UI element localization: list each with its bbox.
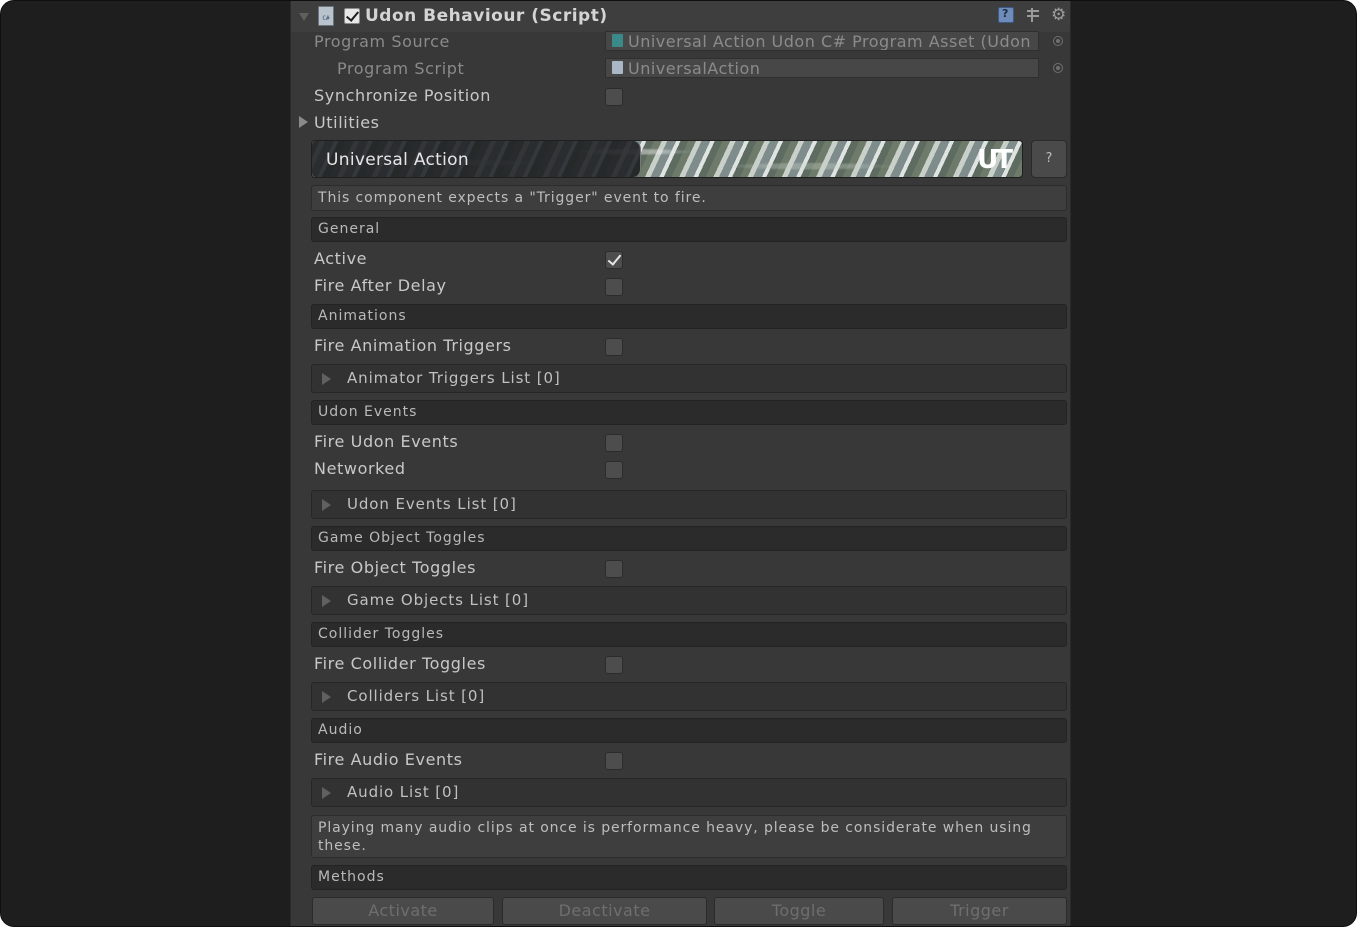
active-checkbox[interactable] [605, 251, 623, 269]
universal-action-banner: Universal Action UT [311, 140, 1023, 178]
foldout-arrow-icon [322, 595, 331, 607]
help-button[interactable]: ? [1031, 140, 1067, 178]
activate-button[interactable]: Activate [312, 897, 494, 925]
utilities-foldout-icon[interactable] [299, 116, 308, 128]
udon-events-list-label: Udon Events List [0] [347, 495, 517, 513]
help-book-icon[interactable] [998, 7, 1014, 23]
program-script-label: Program Script [337, 59, 465, 78]
udon-asset-icon [612, 34, 623, 47]
animator-triggers-list[interactable]: Animator Triggers List [0] [311, 364, 1067, 393]
foldout-arrow-icon [322, 499, 331, 511]
fire-animation-triggers-checkbox[interactable] [605, 338, 623, 356]
fire-after-delay-label: Fire After Delay [314, 276, 447, 295]
section-animations: Animations [311, 304, 1067, 329]
colliders-list-label: Colliders List [0] [347, 687, 486, 705]
game-objects-list[interactable]: Game Objects List [0] [311, 586, 1067, 615]
section-udon-events: Udon Events [311, 400, 1067, 425]
networked-checkbox[interactable] [605, 461, 623, 479]
program-script-field[interactable]: UniversalAction [605, 58, 1039, 78]
section-general: General [311, 217, 1067, 242]
sync-position-label: Synchronize Position [314, 86, 491, 105]
audio-list[interactable]: Audio List [0] [311, 778, 1067, 807]
section-methods: Methods [311, 865, 1067, 890]
component-header[interactable]: C# Udon Behaviour (Script) ⚙ [291, 1, 1070, 32]
game-objects-list-label: Game Objects List [0] [347, 591, 529, 609]
trigger-button[interactable]: Trigger [892, 897, 1067, 925]
fire-audio-events-label: Fire Audio Events [314, 750, 463, 769]
foldout-arrow-icon [322, 787, 331, 799]
component-title: Udon Behaviour (Script) [365, 6, 608, 26]
section-audio: Audio [311, 718, 1067, 743]
info-box: This component expects a "Trigger" event… [311, 185, 1067, 211]
object-picker-icon[interactable] [1053, 36, 1063, 46]
gear-icon[interactable]: ⚙ [1051, 7, 1067, 24]
banner-title: Universal Action [326, 150, 469, 170]
program-source-value: Universal Action Udon C# Program Asset (… [628, 32, 1032, 51]
audio-warning-box: Playing many audio clips at once is perf… [311, 815, 1067, 858]
fire-udon-events-label: Fire Udon Events [314, 432, 459, 451]
fire-object-toggles-checkbox[interactable] [605, 560, 623, 578]
animator-triggers-list-label: Animator Triggers List [0] [347, 369, 561, 387]
preset-icon[interactable] [1025, 7, 1041, 23]
program-source-field[interactable]: Universal Action Udon C# Program Asset (… [605, 31, 1039, 51]
fire-collider-toggles-label: Fire Collider Toggles [314, 654, 486, 673]
sync-position-checkbox[interactable] [605, 88, 623, 106]
udon-events-list[interactable]: Udon Events List [0] [311, 490, 1067, 519]
component-enabled-checkbox[interactable] [344, 8, 360, 24]
colliders-list[interactable]: Colliders List [0] [311, 682, 1067, 711]
section-collider-toggles: Collider Toggles [311, 622, 1067, 647]
audio-list-label: Audio List [0] [347, 783, 460, 801]
fire-udon-events-checkbox[interactable] [605, 434, 623, 452]
fire-after-delay-checkbox[interactable] [605, 278, 623, 296]
fire-animation-triggers-label: Fire Animation Triggers [314, 336, 512, 355]
fire-object-toggles-label: Fire Object Toggles [314, 558, 477, 577]
fire-collider-toggles-checkbox[interactable] [605, 656, 623, 674]
fire-audio-events-checkbox[interactable] [605, 752, 623, 770]
object-picker-icon[interactable] [1053, 63, 1063, 73]
active-label: Active [314, 249, 368, 268]
utilities-foldout[interactable]: Utilities [314, 113, 380, 132]
deactivate-button[interactable]: Deactivate [502, 897, 707, 925]
inspector-panel: C# Udon Behaviour (Script) ⚙ Program Sou… [290, 1, 1071, 926]
csharp-script-icon [612, 61, 623, 74]
networked-label: Networked [314, 459, 406, 478]
window-frame: C# Udon Behaviour (Script) ⚙ Program Sou… [0, 0, 1357, 927]
foldout-arrow-icon [322, 691, 331, 703]
section-game-object-toggles: Game Object Toggles [311, 526, 1067, 551]
foldout-arrow-icon[interactable] [299, 13, 309, 21]
toggle-button[interactable]: Toggle [714, 897, 884, 925]
program-source-label: Program Source [314, 32, 450, 51]
foldout-arrow-icon [322, 373, 331, 385]
program-script-value: UniversalAction [628, 59, 761, 78]
ut-logo: UT [977, 145, 1013, 175]
script-icon: C# [318, 6, 334, 26]
